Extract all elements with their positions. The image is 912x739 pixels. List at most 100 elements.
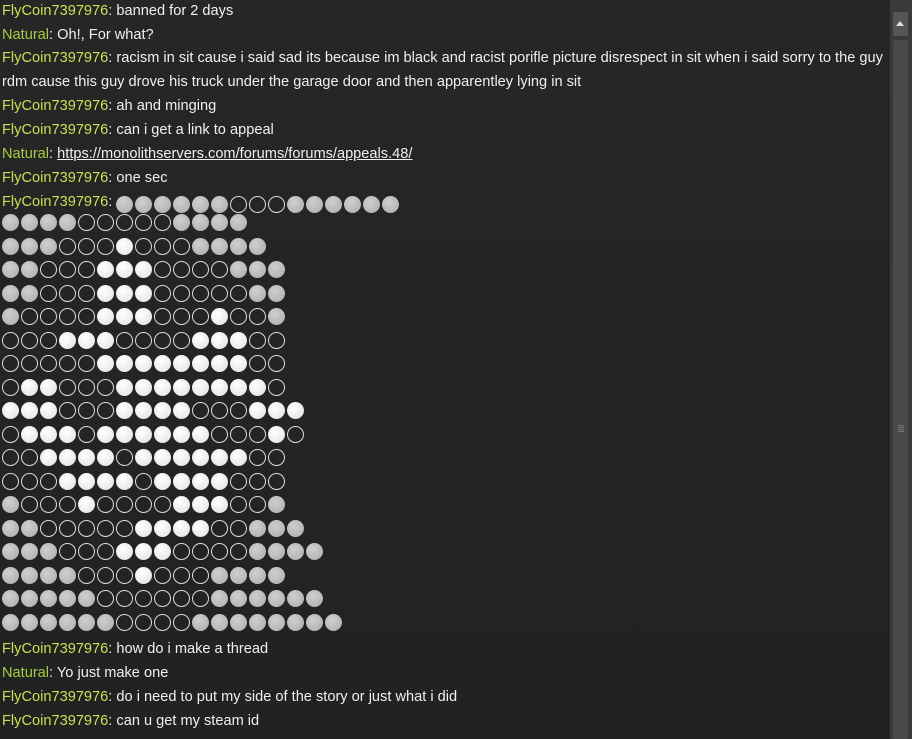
emoji-circle-icon — [249, 613, 266, 631]
emoji-circle-icon — [287, 195, 305, 213]
emoji-circle-icon — [2, 496, 19, 513]
emoji-circle-icon — [59, 308, 76, 325]
emoji-circle-icon — [192, 402, 209, 419]
emoji-circle-icon — [97, 590, 114, 607]
emoji-circle-icon — [116, 308, 133, 325]
emoji-circle-icon — [268, 355, 285, 372]
message-sender[interactable]: FlyCoin7397976 — [2, 689, 108, 705]
emoji-circle-icon — [40, 543, 57, 560]
emoji-circle-icon — [211, 214, 228, 231]
emoji-circle-icon — [97, 378, 114, 396]
message-sender[interactable]: FlyCoin7397976 — [2, 122, 108, 138]
scrollbar[interactable] — [890, 0, 912, 739]
emoji-circle-icon — [135, 472, 152, 490]
emoji-circle-icon — [40, 237, 57, 255]
emoji-circle-icon — [97, 613, 114, 631]
emoji-circle-icon — [287, 402, 304, 419]
emoji-circle-icon — [135, 284, 152, 302]
emoji-circle-icon — [230, 472, 247, 490]
sender-separator: : — [49, 146, 58, 162]
emoji-circle-icon — [306, 543, 323, 560]
emoji-circle-icon — [211, 590, 228, 607]
message-sender[interactable]: Natural — [2, 146, 49, 162]
emoji-circle-icon — [97, 331, 114, 349]
emoji-circle-icon — [192, 543, 209, 560]
emoji-circle-icon — [78, 355, 95, 372]
message-text: one sec — [116, 170, 168, 186]
emoji-circle-icon — [173, 425, 190, 443]
scroll-thumb[interactable] — [893, 40, 908, 739]
chat-message: Natural: Oh!, For what? — [2, 23, 884, 47]
emoji-circle-icon — [97, 355, 114, 372]
emoji-circle-icon — [249, 378, 266, 396]
emoji-circle-icon — [287, 613, 304, 631]
message-sender[interactable]: FlyCoin7397976 — [2, 3, 108, 19]
emoji-circle-icon — [268, 402, 285, 419]
emoji-circle-icon — [97, 237, 114, 255]
emoji-circle-icon — [230, 261, 247, 278]
emoji-circle-icon — [40, 613, 57, 631]
emoji-circle-icon — [59, 543, 76, 560]
emoji-circle-icon — [154, 355, 171, 372]
sender-separator: : — [49, 665, 57, 681]
emoji-circle-icon — [97, 566, 114, 584]
emoji-art-line — [2, 378, 884, 403]
message-link[interactable]: https://monolithservers.com/forums/forum… — [57, 146, 412, 162]
emoji-circle-icon — [230, 402, 247, 419]
emoji-art-line — [2, 449, 884, 473]
emoji-circle-icon — [173, 261, 190, 278]
emoji-circle-icon — [78, 331, 95, 349]
emoji-circle-icon — [21, 566, 38, 584]
emoji-circle-icon — [40, 449, 57, 466]
emoji-circle-icon — [382, 195, 400, 213]
emoji-circle-icon — [21, 425, 38, 443]
message-sender[interactable]: Natural — [2, 27, 49, 43]
emoji-circle-icon — [21, 543, 38, 560]
message-sender[interactable]: FlyCoin7397976 — [2, 641, 108, 657]
emoji-circle-icon — [154, 284, 171, 302]
emoji-circle-icon — [135, 214, 152, 231]
scroll-up-button[interactable] — [893, 12, 908, 36]
emoji-circle-icon — [211, 519, 228, 537]
message-text: Yo just make one — [56, 665, 169, 681]
message-sender[interactable]: FlyCoin7397976 — [2, 170, 108, 186]
emoji-circle-icon — [21, 214, 38, 231]
emoji-circle-icon — [173, 566, 190, 584]
emoji-circle-icon — [268, 496, 285, 513]
emoji-circle-icon — [97, 472, 114, 490]
emoji-circle-icon — [116, 519, 133, 537]
emoji-circle-icon — [230, 425, 247, 443]
message-sender[interactable]: FlyCoin7397976 — [2, 713, 108, 729]
emoji-circle-icon — [116, 425, 133, 443]
emoji-art-line — [2, 613, 884, 638]
emoji-circle-icon — [306, 590, 323, 607]
emoji-circle-icon — [230, 496, 247, 513]
emoji-circle-icon — [249, 472, 266, 490]
emoji-circle-icon — [116, 195, 134, 213]
chat-message: FlyCoin7397976: banned for 2 days — [2, 0, 884, 23]
emoji-circle-icon — [59, 519, 76, 537]
message-sender[interactable]: FlyCoin7397976 — [2, 194, 108, 210]
emoji-circle-icon — [40, 308, 57, 325]
emoji-circle-icon — [135, 519, 152, 537]
emoji-circle-icon — [249, 331, 266, 349]
emoji-circle-icon — [2, 566, 19, 584]
message-text: how do i make a thread — [116, 641, 269, 657]
message-sender[interactable]: Natural — [2, 665, 49, 681]
emoji-circle-icon — [40, 402, 57, 419]
message-sender[interactable]: FlyCoin7397976 — [2, 98, 108, 114]
message-sender[interactable]: FlyCoin7397976 — [2, 50, 108, 66]
chat-log: FlyCoin7397976: banned for 2 days Natural… — [2, 0, 884, 733]
emoji-circle-icon — [211, 449, 228, 466]
emoji-circle-icon — [116, 496, 133, 513]
emoji-circle-icon — [230, 284, 247, 302]
emoji-circle-icon — [2, 214, 19, 231]
emoji-circle-icon — [268, 449, 285, 466]
emoji-circle-icon — [40, 261, 57, 278]
emoji-circle-icon — [2, 331, 19, 349]
emoji-circle-icon — [59, 214, 76, 231]
emoji-circle-icon — [97, 496, 114, 513]
emoji-circle-icon — [268, 378, 285, 396]
emoji-circle-icon — [59, 425, 76, 443]
emoji-circle-icon — [154, 449, 171, 466]
